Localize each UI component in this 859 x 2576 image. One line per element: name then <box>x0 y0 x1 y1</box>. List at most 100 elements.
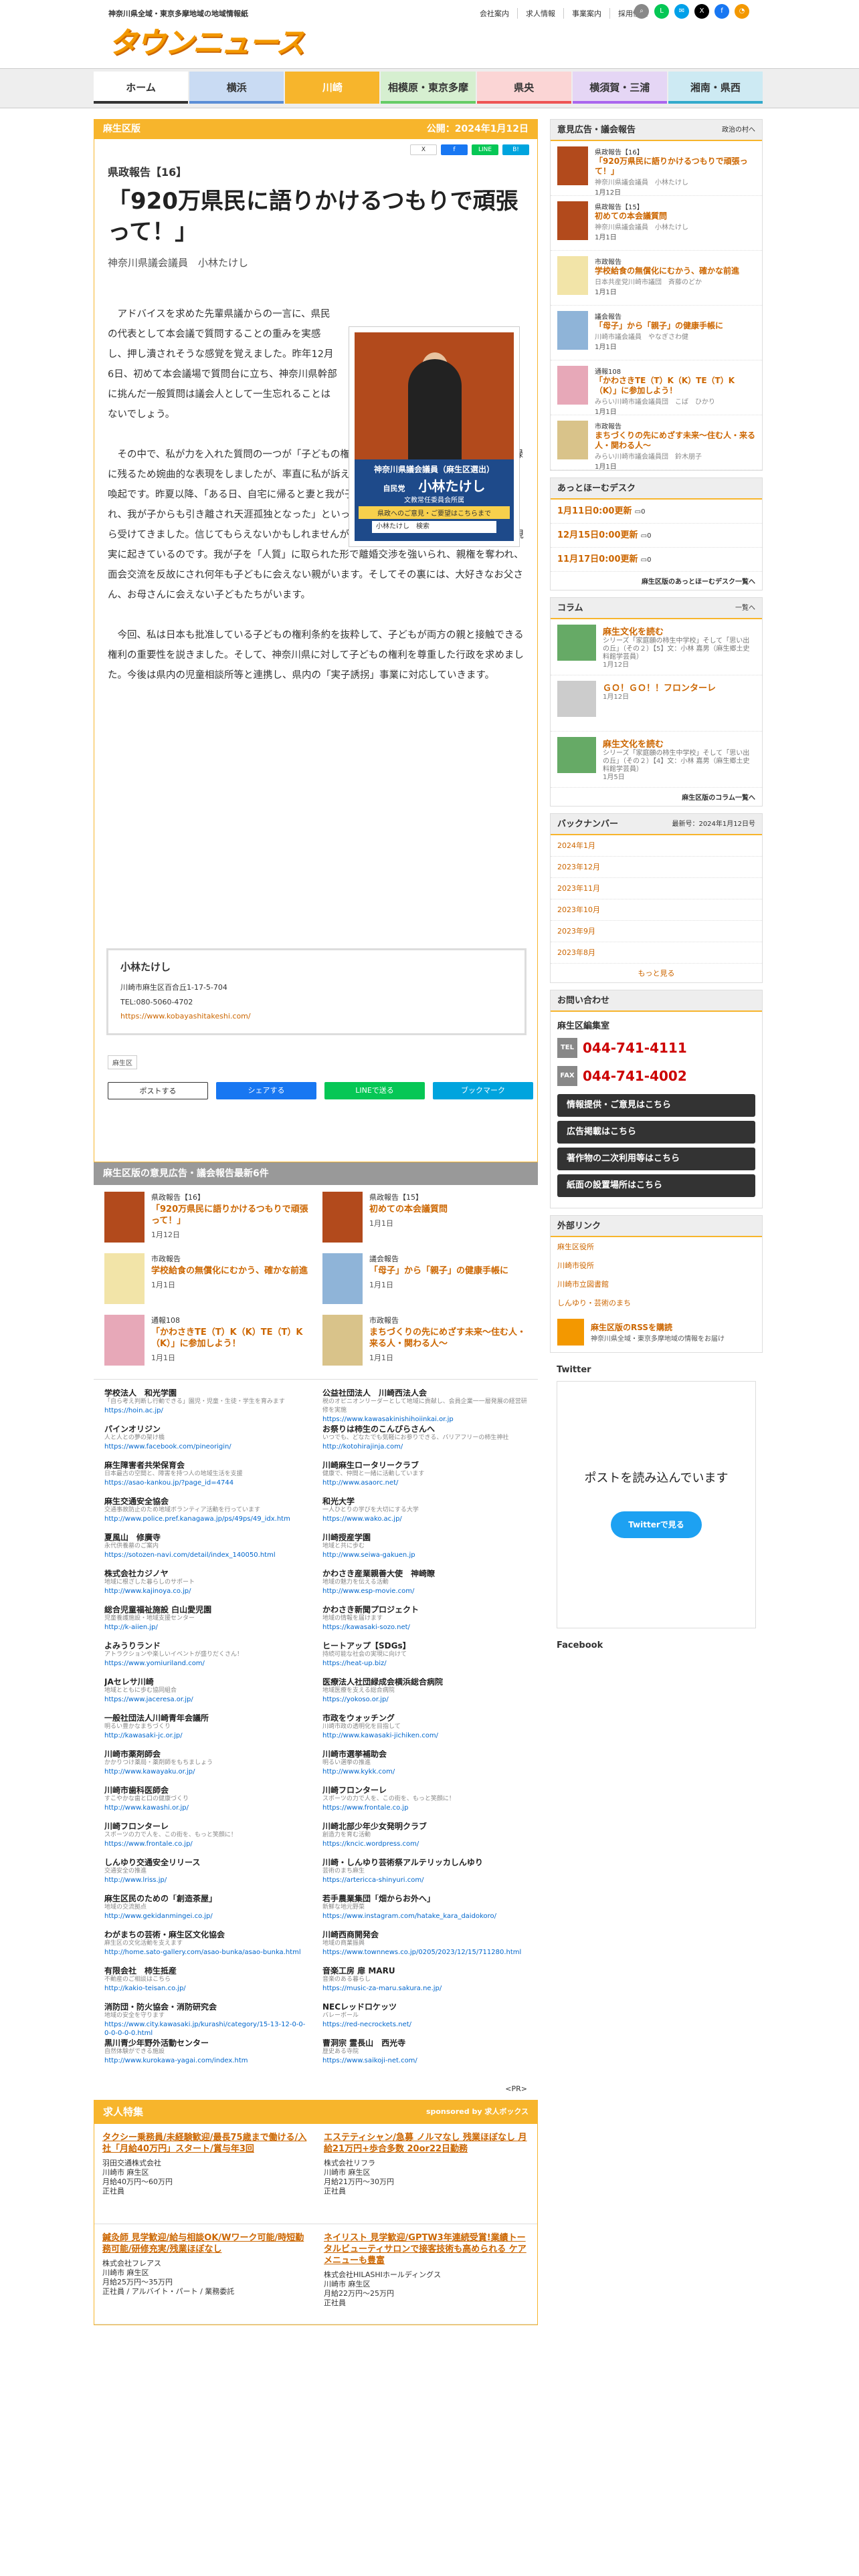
list-item[interactable]: 市政報告 学校給食の無償化にむかう、確かな前進 1月1日 <box>104 1253 309 1311</box>
list-item[interactable]: 議会報告 「母子」から「親子」の健康手帳に 川崎市議会議員 やなぎさわ健 1月1日 <box>551 306 762 360</box>
sponsor-link[interactable]: 若手農業集団「畑からお外へ」 新鮮な地元野菜 https://www.instagr… <box>322 1895 527 1931</box>
share-x-small[interactable]: X <box>410 144 437 155</box>
sponsor-link[interactable]: 川崎フロンターレ スポーツの力で人を、この街を、もっと笑顔に！ https://ww… <box>104 1822 309 1858</box>
external-link[interactable]: 麻生区役所 <box>551 1237 762 1256</box>
sponsor-link[interactable]: 総合児童福祉施設 白山愛児園 児童養護施設・地域支援センター http://k-ai… <box>104 1606 309 1642</box>
sponsor-link[interactable]: 麻生交通安全協会 交通事故防止のため地域ボランティア活動を行っています http:/… <box>104 1497 309 1533</box>
nav-yokosuka[interactable]: 横須賀・三浦 <box>572 72 667 104</box>
sponsor-link[interactable]: 川崎授産学園 地域と共に歩む http://www.seiwa-gakuen.jp <box>322 1533 527 1570</box>
sponsor-link[interactable]: 株式会社カジノヤ 地域に根ざした暮らしのサポート http://www.kajino… <box>104 1570 309 1606</box>
share-line-small[interactable]: LINE <box>472 144 498 155</box>
sponsor-link[interactable]: 和光大学 一人ひとりの学びを大切にする大学 https://www.wako.ac.… <box>322 1497 527 1533</box>
sponsor-link[interactable]: 川崎麻生ロータリークラブ 健康で、仲間と一緒に活動しています http://www.… <box>322 1461 527 1497</box>
twitter-button[interactable]: Twitterで見る <box>611 1511 702 1538</box>
contact-info-button[interactable]: 情報提供・ご意見はこちら <box>557 1094 755 1117</box>
nav-kenou[interactable]: 県央 <box>476 72 571 104</box>
job-item[interactable]: エステティシャン/急募 ノルマなし 残業ほぼなし 月給21万円+歩合多数 20o… <box>316 2124 537 2224</box>
column-list-link[interactable]: 一覧へ <box>735 598 755 618</box>
job-item[interactable]: タクシー乗務員/未経験歓迎/最長75歳まで働ける/入社「月給40万円」スタート/… <box>94 2124 316 2224</box>
facebook-icon[interactable]: f <box>714 4 729 19</box>
desk-item[interactable]: 1月11日0:00更新 ▭0 <box>551 500 762 524</box>
x-icon[interactable]: X <box>694 4 709 19</box>
sponsor-link[interactable]: 音楽工房 扉 MARU 音楽のある暮らし https://music-za-maru… <box>322 1967 527 2003</box>
nav-sagamihara[interactable]: 相模原・東京多摩 <box>381 72 476 104</box>
sponsor-link[interactable]: 公益社団法人 川崎西法人会 税のオピニオンリーダーとして地域に貢献し、会員企業一一… <box>322 1389 527 1425</box>
sponsor-link[interactable]: 学校法人 和光学園 「自ら考え判断し行動できる」園児・児童・生徒・学生を育みます h… <box>104 1389 309 1425</box>
sponsor-link[interactable]: 川崎・しんゆり芸術祭アルテリッカしんゆり 芸術のまち麻生 https://arter… <box>322 1858 527 1895</box>
backnumber-item[interactable]: 2024年1月 <box>551 835 762 857</box>
list-item[interactable]: 麻生文化を読む シリーズ「家庭願の柿生中学校」そして「思い出の丘」（その２）【5】… <box>551 619 762 675</box>
job-item[interactable]: ネイリスト 見学歓迎/GPTW3年連続受賞!業績トータルビューティサロンで接客技… <box>316 2224 537 2325</box>
header-link-company[interactable]: 会社案内 <box>472 8 517 19</box>
sponsor-link[interactable]: 川崎西商開発会 地域の商業振興 https://www.townnews.co.jp… <box>322 1931 527 1967</box>
list-item[interactable]: ＧＯ！ＧＯ！！フロンターレ 1月12日 <box>551 675 762 732</box>
list-item[interactable]: 通報108 「かわさきTE（T）K（K）TE（T）K（K）」に参加しよう！ みらい川… <box>551 360 762 416</box>
sponsor-link[interactable]: 黒川青少年野外活動センター 自然体験ができる施設 http://www.kuroka… <box>104 2039 309 2075</box>
job-item[interactable]: 鍼灸師 見学歓迎/給与相談OK/Wワーク可能/時短勤務可能/研修充実/残業ほぼな… <box>94 2224 316 2325</box>
backnumber-item[interactable]: 2023年8月 <box>551 942 762 964</box>
backnumber-item[interactable]: 2023年11月 <box>551 878 762 899</box>
sponsor-link[interactable]: しんゆり交通安全リリース 交通安全の推進 http://www.lriss.jp/ <box>104 1858 309 1895</box>
profile-url[interactable]: https://www.kobayashitakeshi.com/ <box>120 1012 512 1021</box>
sponsor-link[interactable]: よみうりランド アトラクションや楽しいイベントが盛りだくさん！ https://ww… <box>104 1642 309 1678</box>
sponsor-link[interactable]: 麻生障害者共栄保育会 日本最古の空間と、障害を持つ人の地域生活を支援 https:/… <box>104 1461 309 1497</box>
sponsor-link[interactable]: 麻生区民のための「創造茶屋」 地域の交流拠点 http://www.gekidanm… <box>104 1895 309 1931</box>
sponsor-link[interactable]: お祭りは柿生のこんぴらさんへ いつでも、どなたでも気軽にお参りできる、バリアフリー… <box>322 1425 527 1461</box>
ads-next[interactable]: <PR> <box>94 2084 538 2093</box>
nav-home[interactable]: ホーム <box>94 72 189 104</box>
copyright-button[interactable]: 著作物の二次利用等はこちら <box>557 1148 755 1170</box>
sponsor-link[interactable]: 川崎市歯科医師会 すこやかな歯と口の健康づくり http://www.kawashi… <box>104 1786 309 1822</box>
sponsor-link[interactable]: 有限会社 柿生抵産 不動産のご相談はこちら http://kakio-teisan.… <box>104 1967 309 2003</box>
list-item[interactable]: 県政報告【15】 初めての本会議質問 1月1日 <box>322 1192 527 1249</box>
external-link[interactable]: しんゆり・芸術のまち <box>551 1293 762 1312</box>
list-item[interactable]: 市政報告 まちづくりの先にめざす未来〜住む人・来る人・関わる人〜 みらい川崎市議会議… <box>551 415 762 471</box>
distribution-button[interactable]: 紙面の設置場所はこちら <box>557 1174 755 1197</box>
share-hatena-small[interactable]: B! <box>502 144 529 155</box>
opinion-link[interactable]: 政治の村へ <box>722 120 755 140</box>
sponsor-link[interactable]: 川崎北部少年少女発明クラブ 創造力を育む活動 https://kncic.wordp… <box>322 1822 527 1858</box>
rss-icon[interactable]: ◔ <box>735 4 749 19</box>
sponsor-link[interactable]: JAセレサ川崎 地域とともに歩む協同組合 https://www.jaceresa.… <box>104 1678 309 1714</box>
column-more-link[interactable]: 麻生区版のコラム一覧へ <box>551 788 762 806</box>
mail-icon[interactable]: ✉ <box>674 4 689 19</box>
nav-yokohama[interactable]: 横浜 <box>189 72 284 104</box>
line-icon[interactable]: L <box>654 4 669 19</box>
list-item[interactable]: 県政報告【16】 「920万県民に語りかけるつもりで頑張って！」 神奈川県議会議員 … <box>551 141 762 197</box>
sponsor-link[interactable]: 市政をウォッチング 川崎市政の透明化を目指して http://www.kawasak… <box>322 1714 527 1750</box>
sponsor-link[interactable]: NECレッドロケッツ バレーボール https://red-necrockets.n… <box>322 2003 527 2039</box>
sponsor-link[interactable]: 一般社団法人川崎青年会議所 明るい豊かなまちづくり http://kawasaki-… <box>104 1714 309 1750</box>
list-item[interactable]: 市政報告 学校給食の無償化にむかう、確かな前進 日本共産党川崎市議団 斉藤のどか 1月… <box>551 251 762 306</box>
sponsor-link[interactable]: ヒートアップ【SDGs】 持続可能な社会の実現に向けて https://heat-u… <box>322 1642 527 1678</box>
external-link[interactable]: 川崎市立図書館 <box>551 1275 762 1293</box>
backnumber-more[interactable]: もっと見る <box>551 964 762 982</box>
list-item[interactable]: 通報108 「かわさきTE（T）K（K）TE（T）K（K）」に参加しよう！ 1月1日 <box>104 1315 309 1372</box>
share-facebook-small[interactable]: f <box>441 144 468 155</box>
list-item[interactable]: 県政報告【15】 初めての本会議質問 神奈川県議会議員 小林たけし 1月1日 <box>551 196 762 251</box>
rss-block[interactable]: 麻生区版のRSSを購読 神奈川県全域・東京多摩地域の情報をお届け <box>551 1312 762 1352</box>
desk-item[interactable]: 11月17日0:00更新 ▭0 <box>551 548 762 572</box>
nav-shonan[interactable]: 湘南・県西 <box>668 72 763 104</box>
area-tag[interactable]: 麻生区 <box>108 1055 137 1069</box>
share-line-button[interactable]: LINEで送る <box>324 1082 425 1099</box>
share-x-button[interactable]: ポストする <box>108 1082 208 1099</box>
sponsor-link[interactable]: かわさき産業親善大使 神崎瞭 地域の魅力を伝える活動 http://www.esp-… <box>322 1570 527 1606</box>
list-item[interactable]: 県政報告【16】 「920万県民に語りかけるつもりで頑張って！」 1月12日 <box>104 1192 309 1249</box>
sponsor-link[interactable]: かわさき新聞プロジェクト 地域の情報を届けます https://kawasaki-s… <box>322 1606 527 1642</box>
backnumber-item[interactable]: 2023年10月 <box>551 899 762 921</box>
sponsor-link[interactable]: パインオリジン 人と人との夢の架け橋 https://www.facebook.co… <box>104 1425 309 1461</box>
sponsor-link[interactable]: 消防団・防火協会・消防研究会 地域の安全を守ります https://www.city… <box>104 2003 309 2039</box>
desk-item[interactable]: 12月15日0:00更新 ▭0 <box>551 524 762 548</box>
backnumber-item[interactable]: 2023年9月 <box>551 921 762 942</box>
site-logo[interactable]: タウンニュース <box>108 19 309 60</box>
sponsor-link[interactable]: 医療法人社団緑成会横浜総合病院 地域医療を支える総合病院 https://yokos… <box>322 1678 527 1714</box>
sponsor-link[interactable]: わがまちの芸術・麻生区文化協会 麻生区の文化活動を支えます http://home.… <box>104 1931 309 1967</box>
share-facebook-button[interactable]: シェアする <box>216 1082 316 1099</box>
desk-more-link[interactable]: 麻生区版のあっとほーむデスク一覧へ <box>551 572 762 590</box>
external-link[interactable]: 川崎市役所 <box>551 1256 762 1275</box>
sponsor-link[interactable]: 川崎市選挙補助会 明るい選挙の推進 http://www.kykk.com/ <box>322 1750 527 1786</box>
search-icon[interactable]: ⌕ <box>634 4 649 19</box>
sponsor-link[interactable]: 曹洞宗 霊長山 西光寺 歴史ある寺院 https://www.saikoji-net… <box>322 2039 527 2075</box>
list-item[interactable]: 議会報告 「母子」から「親子」の健康手帳に 1月1日 <box>322 1253 527 1311</box>
list-item[interactable]: 麻生文化を読む シリーズ「家庭願の柿生中学校」そして「思い出の丘」（その２）【4】… <box>551 732 762 788</box>
header-link-business[interactable]: 事業案内 <box>563 8 609 19</box>
